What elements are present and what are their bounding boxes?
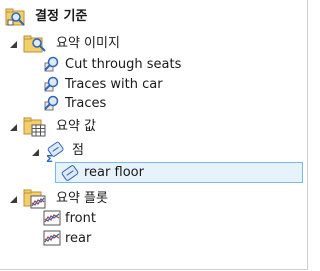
search-image-icon	[44, 56, 59, 72]
table-folder-icon	[23, 117, 46, 137]
tree-root[interactable]: 결정 기준	[0, 6, 305, 26]
expanded-arrow-icon[interactable]	[9, 123, 18, 132]
tree-group-summary-images[interactable]: 요약 이미지	[0, 33, 305, 53]
search-image-icon	[44, 95, 59, 111]
tree-root-label: 결정 기준	[35, 9, 88, 24]
tree-item-label: front	[65, 211, 96, 226]
tree-group-label: 요약 플롯	[56, 191, 108, 206]
expanded-arrow-icon[interactable]	[9, 195, 18, 204]
tree-item-cut-through-seats[interactable]: Cut through seats	[0, 54, 305, 74]
tree-group-summary-values[interactable]: 요약 값	[0, 116, 305, 137]
plot-folder-icon	[23, 189, 46, 209]
point-sum-icon: Σ	[46, 141, 64, 163]
tree-item-front[interactable]: front	[0, 208, 305, 228]
tree-item-label: Traces with car	[65, 77, 163, 92]
criteria-folder-icon	[5, 8, 25, 26]
svg-text:Σ: Σ	[46, 154, 53, 163]
tree-group-label: 요약 값	[56, 119, 97, 134]
tree-group-summary-plots[interactable]: 요약 플롯	[0, 188, 305, 209]
tree-subgroup-point[interactable]: Σ 점	[0, 141, 305, 163]
tree-item-label: rear floor	[84, 165, 144, 180]
search-image-icon	[44, 76, 59, 92]
plot-item-icon	[43, 210, 61, 226]
criteria-tree-panel: 결정 기준 요약 이미지 Cut through seats Traces wi…	[0, 0, 308, 270]
image-folder-icon	[23, 35, 46, 53]
plot-item-icon	[43, 230, 61, 246]
tree-item-rear-floor[interactable]: rear floor	[0, 163, 305, 183]
tree-item-traces[interactable]: Traces	[0, 93, 305, 113]
tree-item-label: rear	[65, 231, 92, 246]
tree-item-label: Traces	[65, 96, 107, 111]
expanded-arrow-icon[interactable]	[9, 40, 18, 49]
expanded-arrow-icon[interactable]	[31, 148, 40, 157]
tree-item-traces-with-car[interactable]: Traces with car	[0, 74, 305, 94]
point-item-icon	[61, 165, 79, 181]
tree-group-label: 요약 이미지	[56, 36, 120, 51]
tree-item-rear[interactable]: rear	[0, 228, 305, 248]
tree-subgroup-label: 점	[72, 143, 84, 158]
tree-item-label: Cut through seats	[65, 57, 182, 72]
